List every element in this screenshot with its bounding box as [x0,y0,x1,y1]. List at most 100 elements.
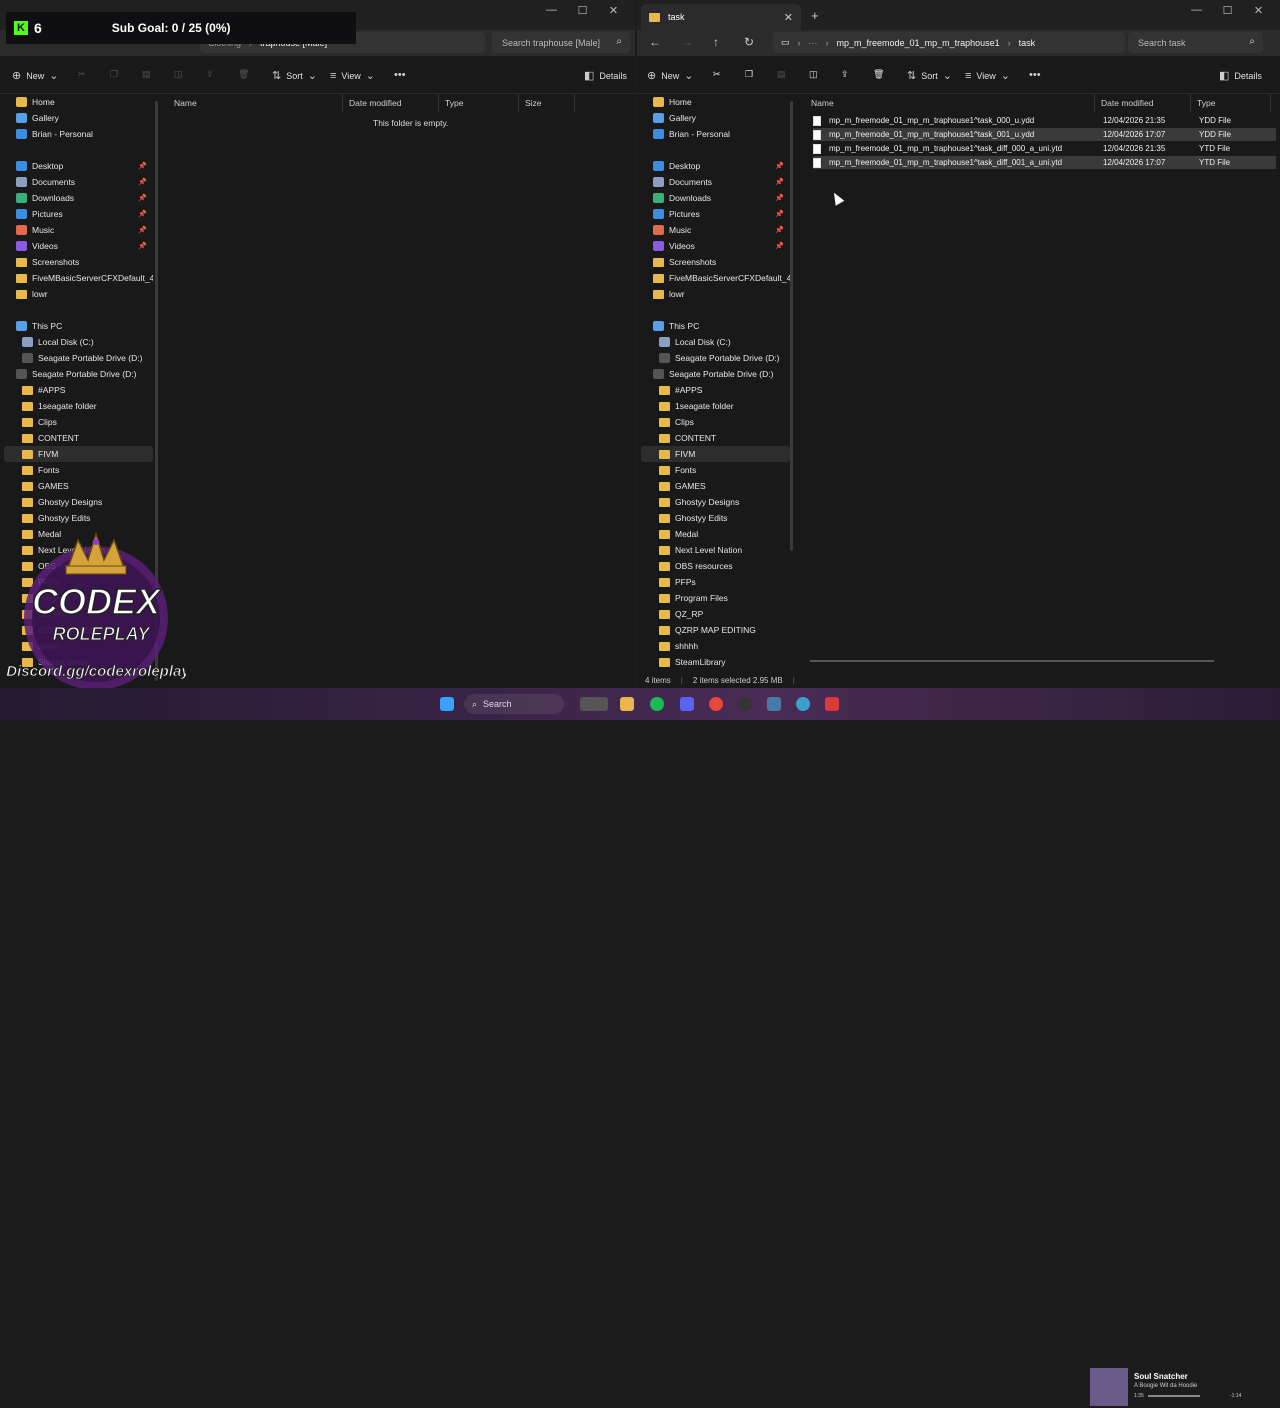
nav-item[interactable]: Clips [4,414,153,430]
nav-item[interactable]: Documents 📌 [4,174,153,190]
file-row[interactable]: mp_m_freemode_01_mp_m_traphouse1^task_00… [813,128,1276,141]
nav-item[interactable]: CONTENT [641,430,790,446]
nav-item[interactable]: QZ_RP [641,606,790,622]
nav-item[interactable]: Screenshots [4,254,153,270]
delete-button[interactable]: 🗑 [873,69,884,80]
cut-button[interactable]: ✂ [713,69,721,80]
nav-item[interactable]: OBS resources [641,558,790,574]
nav-item[interactable]: Brian - Personal [641,126,790,142]
discord-icon[interactable] [680,697,694,711]
nav-item[interactable]: Documents 📌 [641,174,790,190]
nav-item[interactable]: PFPs [641,574,790,590]
paste-button[interactable]: ▤ [142,69,151,80]
nav-item[interactable]: FIVM [4,446,153,462]
new-button[interactable]: ⊕ New ⌄ [647,69,693,82]
file-explorer-icon[interactable] [620,697,634,711]
nav-scrollbar[interactable] [790,101,793,551]
file-row[interactable]: mp_m_freemode_01_mp_m_traphouse1^task_di… [813,142,1276,155]
refresh-icon[interactable]: ↻ [744,35,754,49]
more-button[interactable]: ••• [394,69,406,81]
nav-item[interactable]: Fonts [4,462,153,478]
share-button[interactable]: ⇪ [206,69,214,80]
nav-item[interactable]: Pictures 📌 [641,206,790,222]
nav-item[interactable]: Medal [641,526,790,542]
breadcrumb-parent[interactable]: mp_m_freemode_01_mp_m_traphouse1 [837,38,1000,48]
nav-item[interactable]: shhhh [641,638,790,654]
nav-item[interactable]: Desktop 📌 [4,158,153,174]
copy-button[interactable]: ❐ [110,69,118,80]
view-button[interactable]: ≡ View ⌄ [965,69,1010,83]
more-button[interactable]: ••• [1029,69,1041,81]
adobe-icon[interactable] [825,697,839,711]
vscode-icon[interactable] [767,697,781,711]
column-type[interactable]: Type [1191,94,1271,112]
maximize-icon[interactable]: ☐ [1212,4,1243,17]
paste-button[interactable]: ▤ [777,69,786,80]
nav-item[interactable]: #APPS [641,382,790,398]
file-row[interactable]: mp_m_freemode_01_mp_m_traphouse1^task_di… [813,156,1276,169]
column-date-modified[interactable]: Date modified [1095,94,1191,112]
maximize-icon[interactable]: ☐ [567,4,598,17]
nav-item[interactable]: QZRP MAP EDITING [641,622,790,638]
nav-item[interactable]: Music 📌 [4,222,153,238]
nav-item[interactable]: Ghostyy Designs [4,494,153,510]
progress-bar[interactable] [1148,1395,1200,1397]
close-icon[interactable]: ✕ [1243,4,1274,17]
nav-item[interactable]: Downloads 📌 [4,190,153,206]
nav-item[interactable]: GAMES [4,478,153,494]
nav-item[interactable]: Videos 📌 [4,238,153,254]
nav-item[interactable]: SteamLibrary [641,654,790,670]
search-input[interactable]: Search traphouse [Male] ⌕ [492,32,630,53]
task-view-icon[interactable] [580,697,608,711]
nav-item[interactable]: This PC [641,318,790,334]
forward-icon[interactable]: → [681,35,693,49]
tab-task[interactable]: task ✕ [641,4,801,30]
nav-item[interactable]: Gallery [4,110,153,126]
nav-item[interactable]: Ghostyy Designs [641,494,790,510]
cut-button[interactable]: ✂ [78,69,86,80]
taskbar-search[interactable]: ⌕ Search [464,694,564,714]
address-bar[interactable]: ▭ › ··· › mp_m_freemode_01_mp_m_traphous… [773,32,1125,53]
horizontal-scrollbar[interactable] [810,660,1214,662]
nav-item[interactable]: Ghostyy Edits [641,510,790,526]
nav-item[interactable]: Pictures 📌 [4,206,153,222]
new-button[interactable]: ⊕ New ⌄ [12,69,58,82]
column-type[interactable]: Type [439,94,519,112]
nav-item[interactable]: FiveMBasicServerCFXDefault_4CE [641,270,790,286]
spotify-icon[interactable] [650,697,664,711]
nav-item[interactable]: Screenshots [641,254,790,270]
up-icon[interactable]: ↑ [713,35,719,49]
nav-item[interactable]: Seagate Portable Drive (D:) [641,350,790,366]
nav-item[interactable]: FIVM [641,446,790,462]
nav-item[interactable]: Clips [641,414,790,430]
back-icon[interactable]: ← [649,35,661,49]
share-button[interactable]: ⇪ [841,69,849,80]
nav-item[interactable]: Local Disk (C:) [4,334,153,350]
nav-item[interactable]: #APPS [4,382,153,398]
search-input[interactable]: Search task ⌕ [1128,32,1263,53]
nav-item[interactable]: Desktop 📌 [641,158,790,174]
copy-button[interactable]: ❐ [745,69,753,80]
ellipsis-icon[interactable]: ··· [809,38,818,48]
chrome-icon[interactable] [709,697,723,711]
delete-button[interactable]: 🗑 [238,69,249,80]
nav-item[interactable]: Downloads 📌 [641,190,790,206]
column-size[interactable]: Size [519,94,575,112]
nav-item[interactable]: lowr [641,286,790,302]
nav-item[interactable]: Local Disk (C:) [641,334,790,350]
start-icon[interactable] [440,697,454,711]
app-icon[interactable] [796,697,810,711]
nav-item[interactable]: Seagate Portable Drive (D:) [4,366,153,382]
column-name[interactable]: Name [805,94,1095,112]
nav-item[interactable]: CONTENT [4,430,153,446]
nav-item[interactable]: Next Level Nation [641,542,790,558]
close-icon[interactable]: ✕ [598,4,629,17]
nav-item[interactable]: Home [641,94,790,110]
new-tab-icon[interactable]: + [811,8,819,23]
close-tab-icon[interactable]: ✕ [784,11,793,24]
github-icon[interactable] [738,697,752,711]
nav-item[interactable]: 1seagate folder [641,398,790,414]
breadcrumb-current[interactable]: task [1019,38,1036,48]
column-name[interactable]: Name [168,94,343,112]
nav-item[interactable]: GAMES [641,478,790,494]
